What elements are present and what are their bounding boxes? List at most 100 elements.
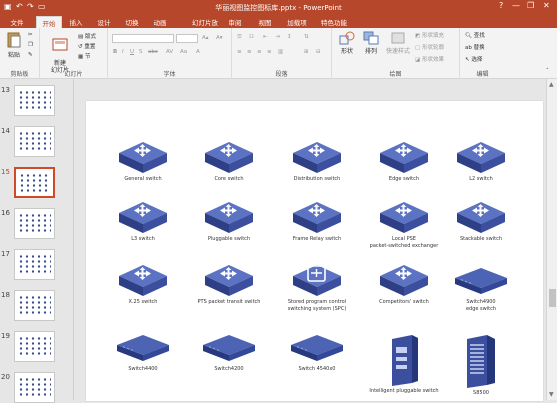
window-title: 华丽视图监控图标库.pptx - PowerPoint: [215, 4, 342, 12]
close-icon[interactable]: ✕: [543, 1, 550, 10]
device-18[interactable]: Intelligent pluggable switch: [364, 331, 444, 395]
layout-button[interactable]: ▤ 版式: [78, 32, 96, 40]
scrollbar-thumb[interactable]: [549, 289, 556, 307]
device-13[interactable]: Competitors' switch: [364, 264, 444, 306]
tab-4[interactable]: 切换: [120, 16, 144, 28]
minimize-icon[interactable]: —: [512, 1, 520, 10]
slide-thumbnail[interactable]: [14, 331, 55, 362]
slide-thumbnail[interactable]: [14, 126, 55, 157]
x25-switch-icon: [103, 264, 183, 298]
slides-group: 新建 幻灯片 ▤ 版式 ↺ 重置 ▦ 节 幻灯片: [40, 28, 108, 79]
vertical-scrollbar[interactable]: ▲ ▼: [546, 79, 557, 400]
device-11[interactable]: PTS packet transit switch: [189, 264, 269, 306]
device-19[interactable]: S8500: [441, 331, 521, 397]
help-icon[interactable]: ?: [499, 1, 503, 10]
device-0[interactable]: General switch: [103, 141, 183, 183]
slide-thumbnail[interactable]: [14, 290, 55, 321]
device-14[interactable]: Switch4900 edge switch: [441, 264, 521, 312]
device-7[interactable]: Frame Relay switch: [277, 201, 357, 243]
quick-styles-button[interactable]: 快速样式: [384, 31, 412, 55]
switch4540-icon: [277, 331, 357, 365]
tab-8[interactable]: 视图: [252, 16, 278, 28]
bold-icon[interactable]: B: [113, 49, 117, 55]
ribbon: 粘贴 ✂ ❐ ✎ 剪贴板 新建 幻灯片 ▤ 版式 ↺ 重置 ▦ 节 幻灯片 A▴…: [0, 28, 557, 79]
char-spacing-icon[interactable]: AV: [166, 49, 173, 55]
numbering-icon[interactable]: ☷: [249, 34, 254, 40]
copy-icon[interactable]: ❐: [28, 42, 33, 48]
columns-icon[interactable]: ▥: [278, 49, 283, 55]
device-8[interactable]: Local PSE packet-switched exchanger: [364, 201, 444, 249]
shapes-button[interactable]: 形状: [336, 31, 358, 55]
italic-icon[interactable]: I: [122, 49, 124, 55]
strikethrough-icon[interactable]: abc: [148, 49, 158, 55]
device-17[interactable]: Switch 4540x0: [277, 331, 357, 373]
tab-10[interactable]: 特色功能: [316, 16, 352, 28]
device-3[interactable]: Edge switch: [364, 141, 444, 183]
tab-9[interactable]: 加载项: [282, 16, 312, 28]
paste-button[interactable]: 粘贴: [3, 31, 25, 59]
clipboard-group-label: 剪贴板: [10, 71, 29, 78]
device-2[interactable]: Distribution switch: [277, 141, 357, 183]
tab-0[interactable]: 文件: [2, 16, 32, 28]
select-button[interactable]: ↖ 选择: [465, 55, 482, 63]
replace-button[interactable]: ab 替换: [465, 43, 485, 51]
restore-icon[interactable]: ❐: [527, 1, 534, 10]
slide-thumbnail[interactable]: [14, 372, 55, 403]
shape-fill-button[interactable]: ◩ 形状填充: [415, 31, 444, 39]
slide-thumbnail[interactable]: [14, 85, 55, 116]
device-1[interactable]: Core switch: [189, 141, 269, 183]
device-9[interactable]: Stackable switch: [441, 201, 521, 243]
slide-thumbnail[interactable]: [14, 208, 55, 239]
device-5[interactable]: L3 switch: [103, 201, 183, 243]
format-painter-icon[interactable]: ✎: [28, 52, 33, 58]
find-button[interactable]: 🔍︎ 查找: [465, 31, 485, 39]
tab-7[interactable]: 审阅: [222, 16, 248, 28]
cut-icon[interactable]: ✂: [28, 32, 33, 38]
device-6[interactable]: Pluggable switch: [189, 201, 269, 243]
shadow-icon[interactable]: S: [139, 49, 143, 55]
decrease-indent-icon[interactable]: ⇤: [263, 34, 268, 40]
align-left-icon[interactable]: ≡: [237, 49, 242, 55]
scroll-down-icon[interactable]: ▼: [549, 391, 554, 398]
slide-canvas[interactable]: General switch Core switch Distribution sw…: [86, 101, 543, 401]
shrink-font-icon[interactable]: A▾: [216, 35, 223, 41]
tab-3[interactable]: 设计: [92, 16, 116, 28]
font-name-field[interactable]: [112, 34, 174, 43]
scroll-up-icon[interactable]: ▲: [549, 81, 554, 88]
align-text-icon[interactable]: ⊞: [304, 49, 309, 55]
collapse-ribbon-icon[interactable]: ˄: [546, 68, 549, 74]
line-spacing-icon[interactable]: ↕: [287, 34, 292, 40]
font-color-icon[interactable]: A: [196, 49, 200, 55]
device-10[interactable]: X.25 switch: [103, 264, 183, 306]
align-right-icon[interactable]: ≡: [257, 49, 262, 55]
shape-effects-button[interactable]: ◪ 形状效果: [415, 55, 444, 63]
slide-thumbnail[interactable]: [14, 167, 55, 198]
switch4900-icon: [441, 264, 521, 298]
device-4[interactable]: L2 switch: [441, 141, 521, 183]
grow-font-icon[interactable]: A▴: [202, 35, 209, 41]
device-12[interactable]: Stored program control switching system …: [277, 264, 357, 312]
change-case-icon[interactable]: Aa: [180, 49, 187, 55]
bullets-icon[interactable]: ☰: [237, 34, 242, 40]
align-center-icon[interactable]: ≡: [247, 49, 252, 55]
tab-1[interactable]: 开始: [36, 16, 62, 28]
new-slide-button[interactable]: 新建 幻灯片: [46, 31, 74, 74]
text-direction-icon[interactable]: ⇅: [304, 34, 309, 40]
edge-switch-icon: [364, 141, 444, 175]
device-16[interactable]: Switch4200: [189, 331, 269, 373]
arrange-button[interactable]: 排列: [360, 31, 382, 55]
tab-5[interactable]: 动画: [148, 16, 172, 28]
font-size-field[interactable]: [176, 34, 198, 43]
increase-indent-icon[interactable]: ⇥: [275, 34, 280, 40]
reset-button[interactable]: ↺ 重置: [78, 42, 95, 50]
underline-icon[interactable]: U: [130, 49, 134, 55]
tab-2[interactable]: 插入: [64, 16, 88, 28]
justify-icon[interactable]: ≡: [267, 49, 272, 55]
section-button[interactable]: ▦ 节: [78, 52, 90, 60]
shape-effects-label: 形状效果: [421, 57, 444, 63]
shape-outline-button[interactable]: ▢ 形状轮廓: [415, 43, 444, 51]
smartart-icon[interactable]: ⊟: [316, 49, 321, 55]
slide-thumbnail[interactable]: [14, 249, 55, 280]
tab-6[interactable]: 幻灯片放映: [190, 16, 220, 37]
device-15[interactable]: Switch4400: [103, 331, 183, 373]
